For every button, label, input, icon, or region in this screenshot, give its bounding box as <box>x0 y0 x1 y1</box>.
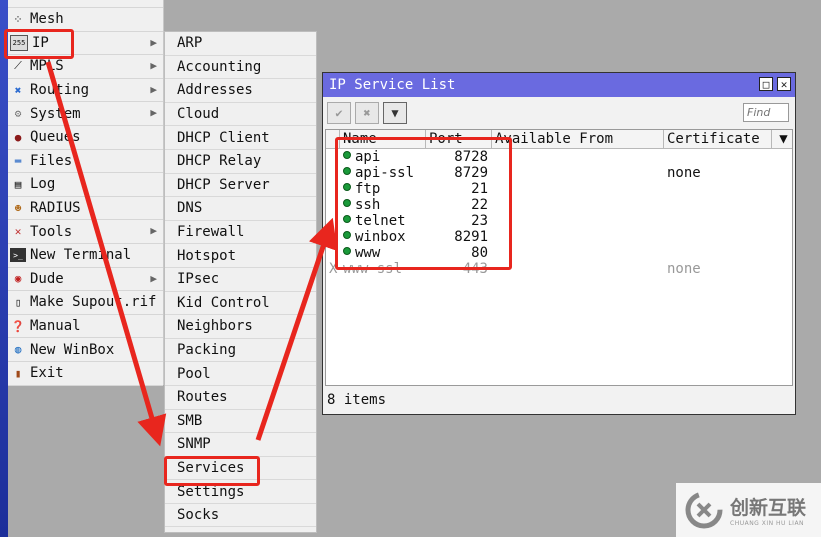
watermark-subtext: CHUANG XIN HU LIAN <box>730 520 805 527</box>
arrow-overlay <box>45 61 338 447</box>
watermark-logo-icon <box>685 491 723 529</box>
watermark: 创新互联 CHUANG XIN HU LIAN <box>676 483 821 537</box>
arrow-services-to-list <box>255 217 338 441</box>
watermark-text: 创新互联 <box>730 497 807 519</box>
arrow-ip-to-services <box>45 61 167 447</box>
